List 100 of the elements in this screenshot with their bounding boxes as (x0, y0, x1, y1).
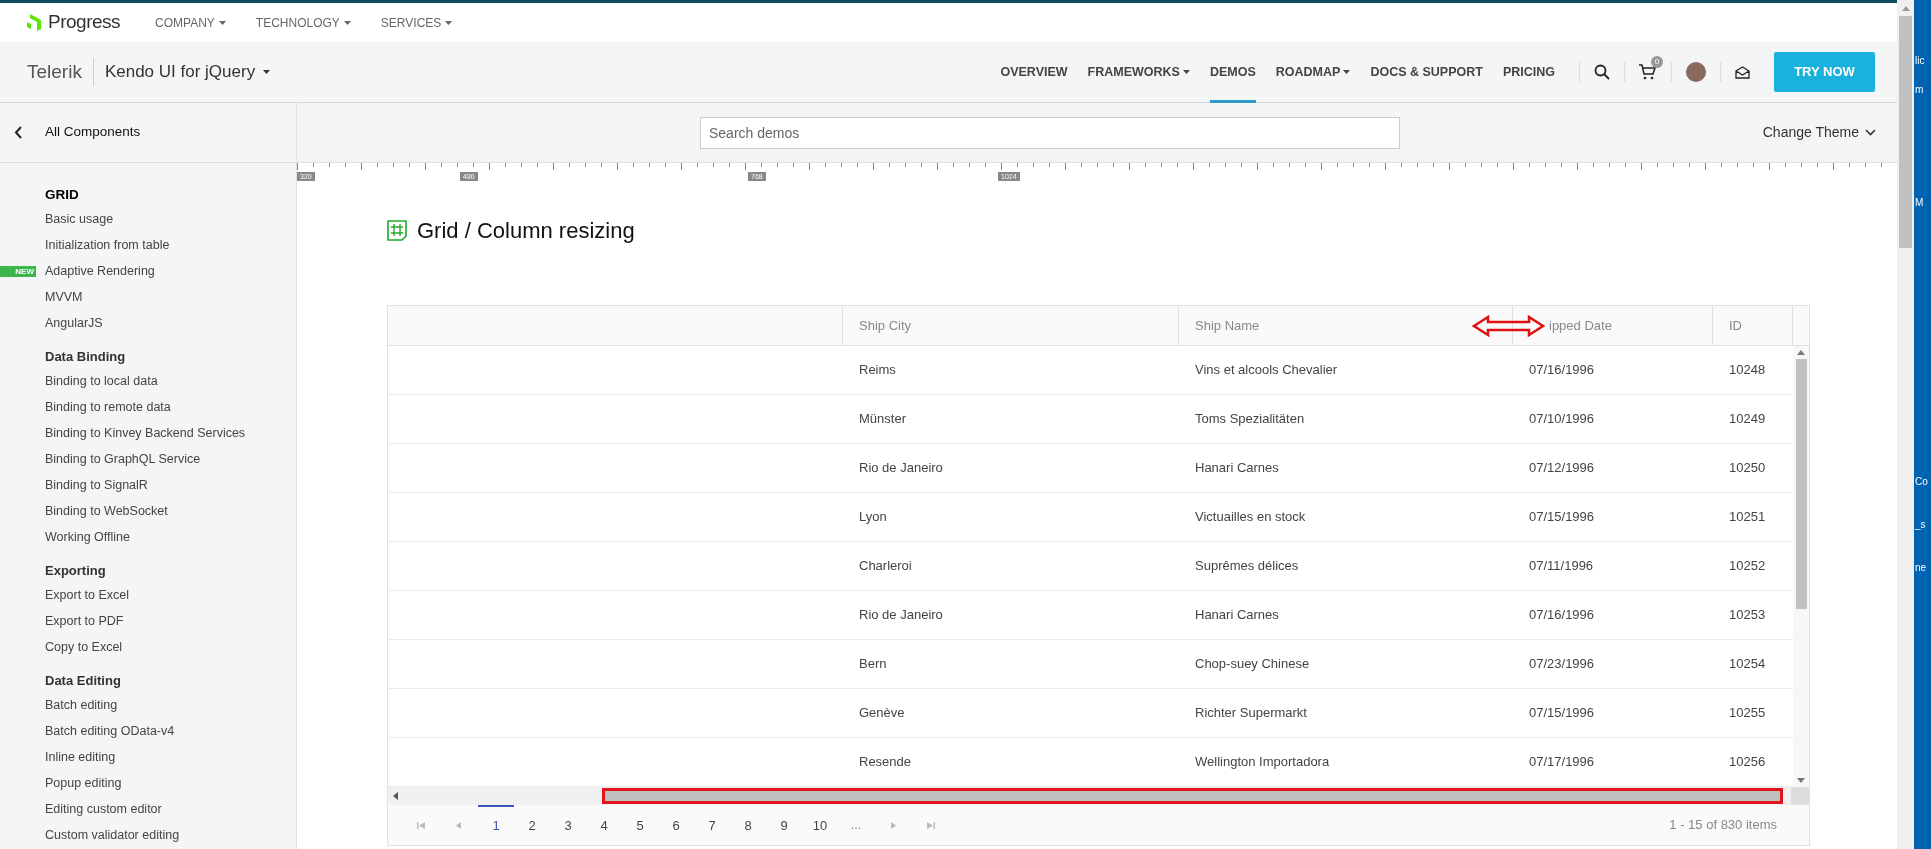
cart-icon[interactable] (1639, 64, 1657, 80)
sidebar-link[interactable]: Basic usage (45, 209, 114, 229)
table-cell-text: 07/10/1996 (1529, 410, 1595, 429)
page-number-link[interactable]: 8 (730, 805, 766, 845)
scrollbar-thumb[interactable] (1795, 359, 1807, 609)
table-cell-text: Lyon (859, 508, 887, 527)
table-cell-text: 07/16/1996 (1529, 606, 1595, 625)
sidebar-link[interactable]: MVVM (45, 287, 83, 307)
grid-vertical-scrollbar[interactable] (1793, 346, 1809, 787)
search-icon[interactable] (1594, 64, 1610, 80)
table-cell-text: Rio de Janeiro (859, 459, 943, 478)
grid-row[interactable]: Bern Chop-suey Chinese 07/23/1996 10254 (388, 640, 1793, 689)
sidebar-link[interactable]: Batch editing OData-v4 (45, 721, 175, 741)
table-cell-text: Charleroi (859, 557, 912, 576)
logo-icon[interactable] (27, 14, 44, 31)
top-menu-link[interactable]: COMPANY (155, 13, 226, 32)
caret-icon (445, 20, 453, 25)
table-cell-text: Victuailles en stock (1195, 508, 1306, 527)
scrollbar-thumb[interactable] (602, 788, 1783, 804)
scroll-up-icon[interactable] (1901, 6, 1910, 11)
nav-link[interactable]: PRICING (1502, 41, 1555, 103)
sidebar-link[interactable]: AngularJS (45, 313, 103, 333)
grid-row[interactable]: Reims Vins et alcools Chevalier 07/16/1996 10248 (388, 346, 1793, 395)
page-number-link[interactable]: 9 (766, 805, 802, 845)
product-brand[interactable]: Telerik (27, 57, 94, 87)
product-dropdown[interactable]: Kendo UI for jQuery (104, 59, 271, 85)
section-heading: Data Editing (44, 672, 122, 690)
chevron-down-icon (1865, 129, 1876, 136)
grid-row[interactable]: Genève Richter Supermarkt 07/15/1996 10255 (388, 689, 1793, 738)
scroll-down-icon[interactable] (1797, 778, 1805, 783)
page-number-link[interactable]: 6 (658, 805, 694, 845)
sidebar-link[interactable]: Initialization from table (45, 235, 170, 255)
avatar-icon[interactable] (1686, 62, 1706, 82)
sidebar-link[interactable]: Binding to SignalR (45, 475, 148, 495)
nav-link[interactable]: ROADMAP (1275, 41, 1351, 103)
sidebar-link[interactable]: Binding to local data (45, 371, 158, 391)
grid-row[interactable]: Charleroi Suprêmes délices 07/11/1996 10252 (388, 542, 1793, 591)
grid-row[interactable]: Rio de Janeiro Hanari Carnes 07/16/1996 10253 (388, 591, 1793, 640)
table-cell-text: 07/11/1996 (1529, 557, 1594, 576)
grid-row[interactable]: Münster Toms Spezialitäten 07/10/1996 10249 (388, 395, 1793, 444)
table-cell-text: 10253 (1729, 606, 1766, 625)
page-number-link[interactable]: 4 (586, 805, 622, 845)
nav-link[interactable]: DOCS & SUPPORT (1370, 41, 1483, 103)
change-theme-link[interactable]: Change Theme (1762, 122, 1876, 143)
caret-icon (263, 70, 271, 74)
page-scrollbar[interactable] (1897, 0, 1914, 849)
page-number-link[interactable]: 10 (802, 805, 838, 845)
window-text-fragment: lic (1914, 54, 1926, 67)
scrollbar-thumb[interactable] (1899, 16, 1912, 248)
sidebar-link[interactable]: Binding to Kinvey Backend Services (45, 423, 246, 443)
scroll-left-icon[interactable] (393, 792, 398, 800)
cart-count: 0 (1651, 56, 1663, 68)
top-menu-link[interactable]: SERVICES (380, 13, 453, 32)
table-cell-text: Hanari Carnes (1195, 459, 1279, 478)
table-cell-text: Hanari Carnes (1195, 606, 1279, 625)
grid-row[interactable]: Rio de Janeiro Hanari Carnes 07/12/1996 10250 (388, 444, 1793, 493)
page-number-link[interactable]: 7 (694, 805, 730, 845)
sidebar-link[interactable]: Export to Excel (45, 585, 130, 605)
table-cell-text: Chop-suey Chinese (1195, 655, 1310, 674)
sidebar-link[interactable]: Inline editing (45, 747, 116, 767)
sidebar-link[interactable]: Batch editing (45, 695, 118, 715)
page-number-link[interactable]: 3 (550, 805, 586, 845)
nav-link[interactable]: OVERVIEW (1000, 41, 1068, 103)
page-number-link[interactable]: 1 (478, 805, 514, 845)
table-cell-text: 10250 (1729, 459, 1766, 478)
window-text-fragment: M (1914, 196, 1925, 209)
grid-row[interactable]: Lyon Victuailles en stock 07/15/1996 10251 (388, 493, 1793, 542)
sidebar-link[interactable]: Export to PDF (45, 611, 124, 631)
table-cell-text: 07/23/1996 (1529, 655, 1595, 674)
sidebar-link[interactable]: Popup editing (45, 773, 122, 793)
table-cell-text: 07/15/1996 (1529, 704, 1595, 723)
brand-logo[interactable]: Progress (48, 8, 121, 37)
table-cell-text: Suprêmes délices (1195, 557, 1299, 576)
table-cell-text: 07/12/1996 (1529, 459, 1595, 478)
back-link[interactable]: All Components (0, 103, 296, 163)
sidebar-link[interactable]: Adaptive Rendering (45, 261, 155, 281)
mail-icon[interactable] (1735, 65, 1750, 79)
sidebar-link[interactable]: Copy to Excel (45, 637, 123, 657)
sidebar-link[interactable]: Editing custom editor (45, 799, 162, 819)
table-cell-text: Rio de Janeiro (859, 606, 943, 625)
table-cell-text: 10256 (1729, 753, 1766, 772)
top-menu-link[interactable]: TECHNOLOGY (255, 13, 351, 32)
page-number-link[interactable]: 5 (622, 805, 658, 845)
table-cell-text: 07/17/1996 (1529, 753, 1595, 772)
column-header[interactable]: Ship City (859, 315, 912, 336)
sidebar-link[interactable]: Binding to GraphQL Service (45, 449, 201, 469)
sidebar-link[interactable]: Binding to remote data (45, 397, 171, 417)
column-header[interactable]: Ship Name (1195, 315, 1260, 336)
table-cell-text: Münster (859, 410, 906, 429)
scroll-up-icon[interactable] (1797, 350, 1805, 355)
sidebar-link[interactable]: Working Offline (45, 527, 130, 547)
table-cell-text: Resende (859, 753, 912, 772)
search-field[interactable]: Search demos (700, 116, 1400, 149)
sidebar-link[interactable]: Binding to WebSocket (45, 501, 168, 521)
nav-link[interactable]: FRAMEWORKS (1087, 41, 1190, 103)
sidebar-link[interactable]: Custom validator editing (45, 825, 180, 845)
grid-horizontal-scrollbar[interactable] (388, 787, 1791, 805)
table-cell-text: 10252 (1729, 557, 1766, 576)
table-cell-text: Richter Supermarkt (1195, 704, 1307, 723)
page-number-link[interactable]: 2 (514, 805, 550, 845)
